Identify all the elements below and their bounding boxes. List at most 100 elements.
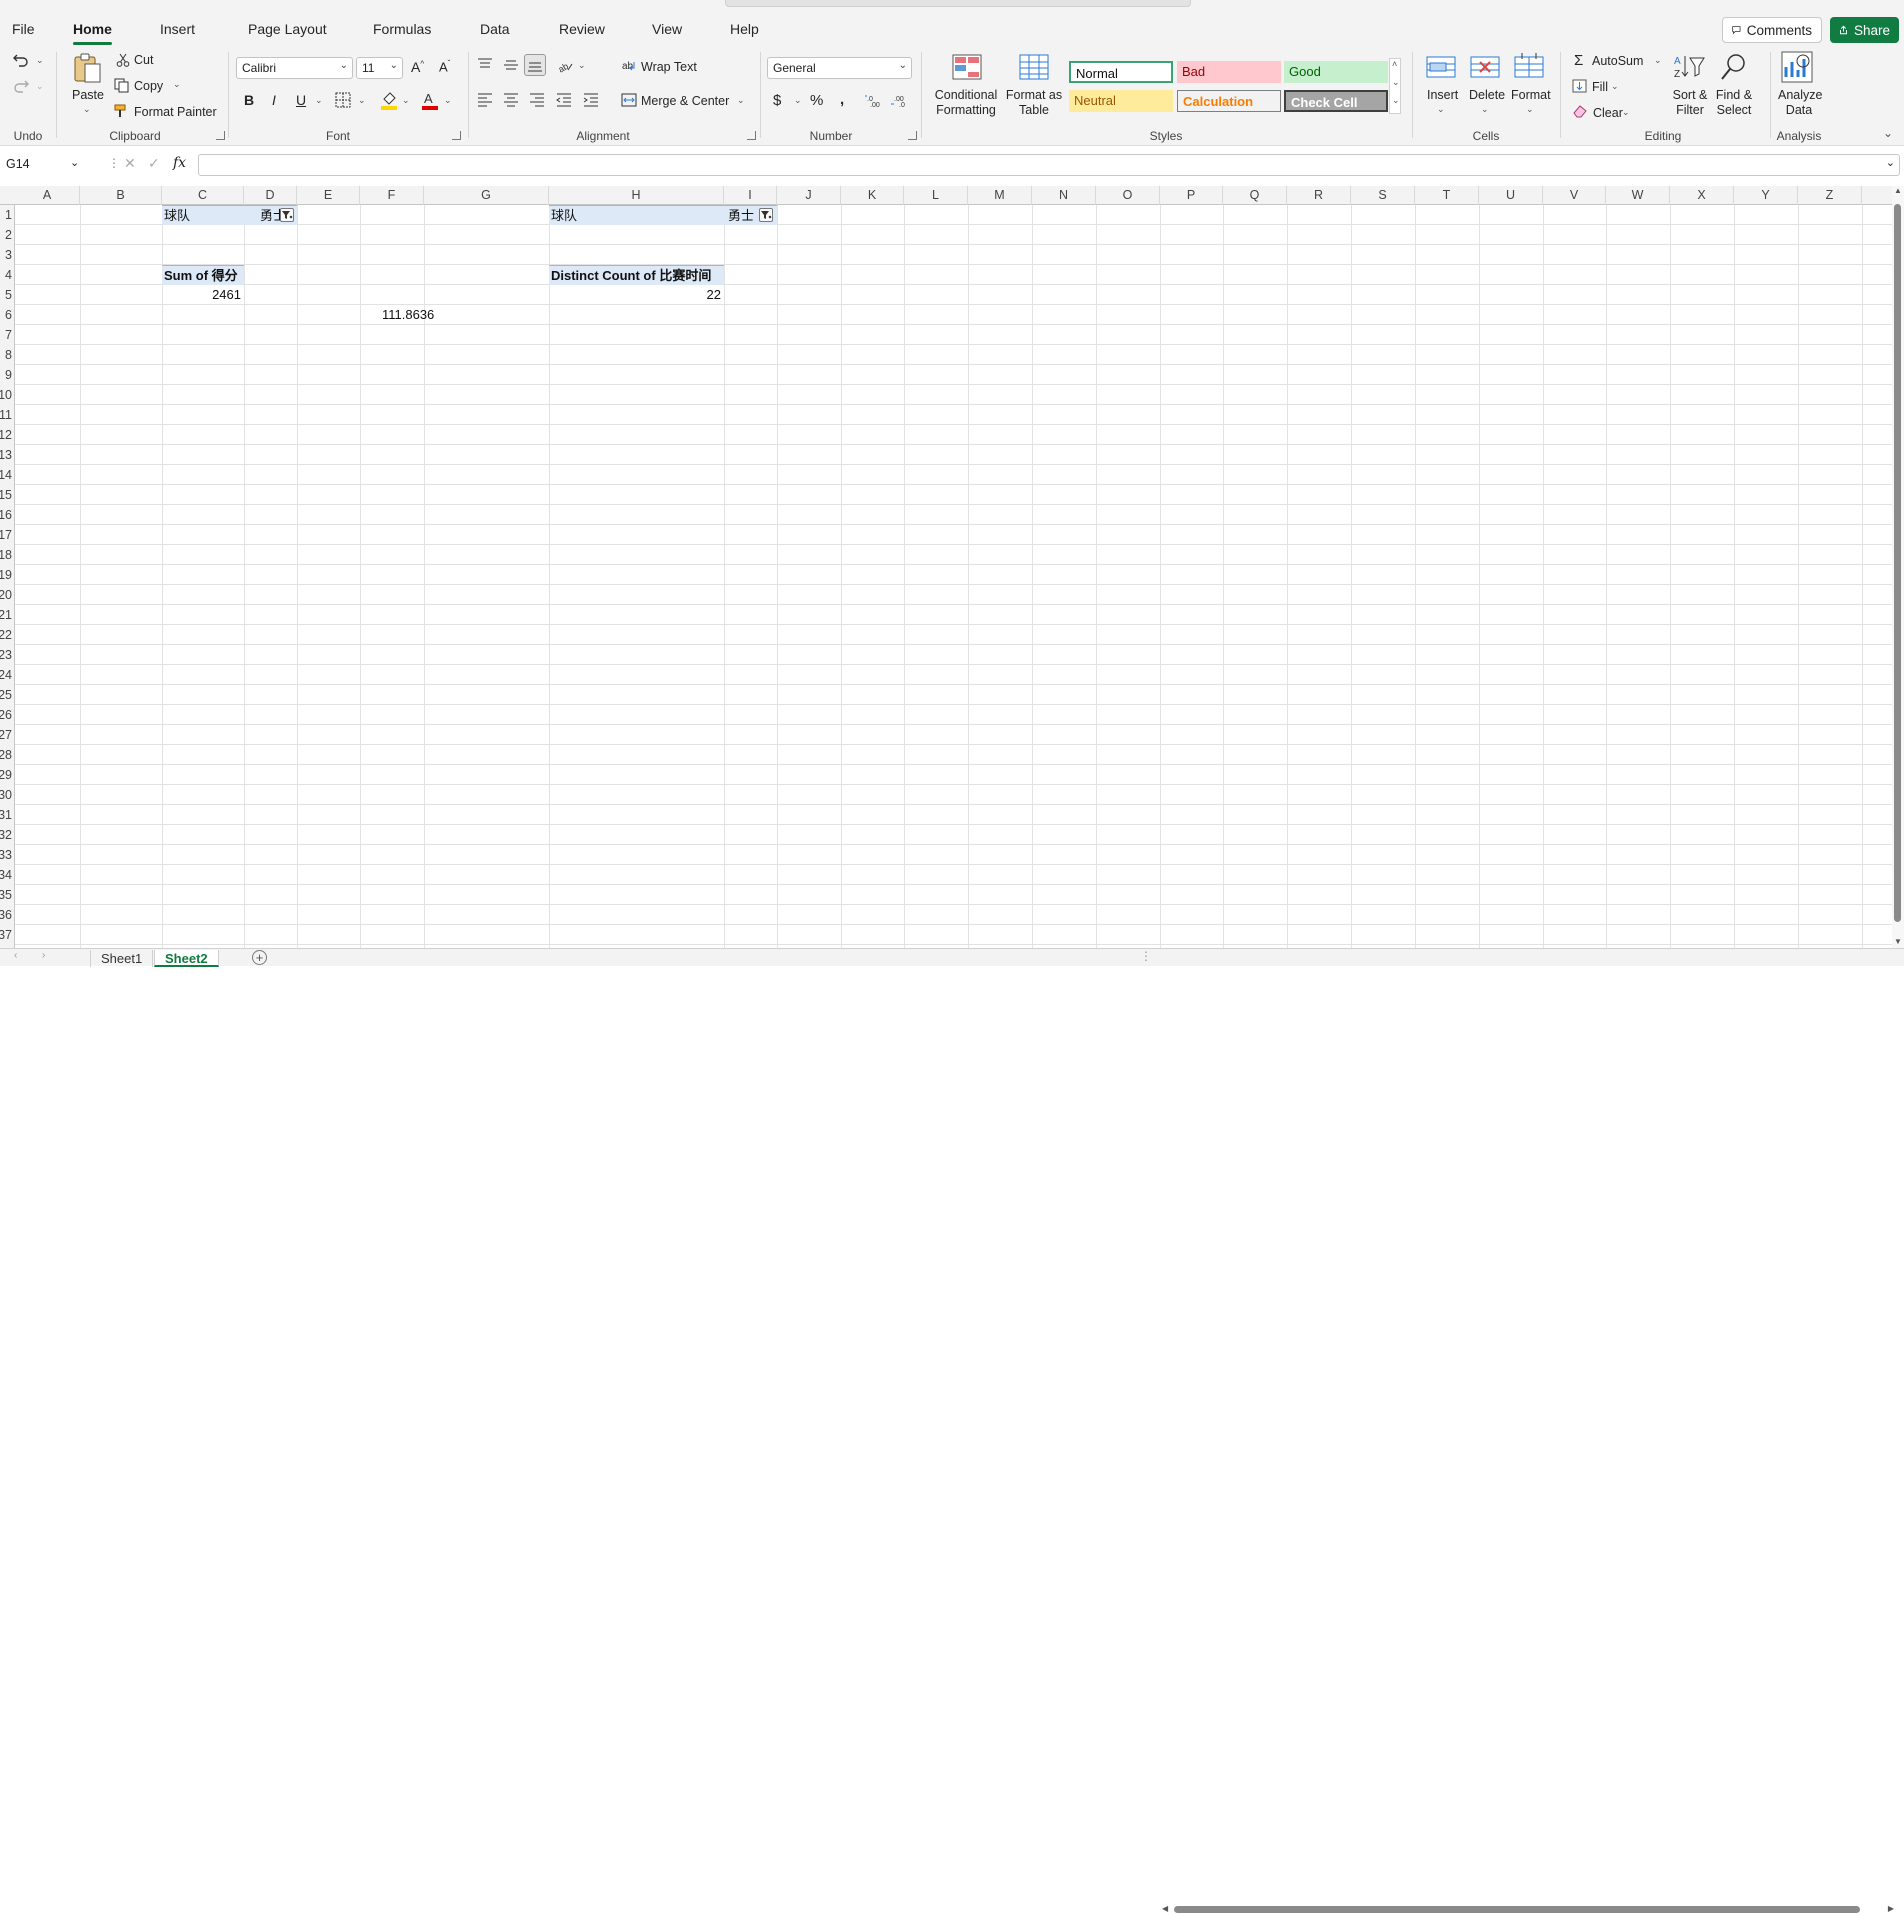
scroll-up-icon[interactable]: ▲ xyxy=(1894,186,1902,195)
copy-button[interactable]: Copy xyxy=(134,79,163,93)
column-header[interactable]: F xyxy=(360,186,424,205)
row-header[interactable]: 10 xyxy=(0,385,12,405)
prev-sheet-icon[interactable]: ‹ xyxy=(14,950,17,961)
fill-color-dropdown-icon[interactable]: ⌄ xyxy=(402,95,410,106)
column-header[interactable]: D xyxy=(244,186,297,205)
cancel-entry-icon[interactable]: ✕ xyxy=(124,155,136,172)
column-header[interactable]: E xyxy=(297,186,360,205)
row-header[interactable]: 12 xyxy=(0,425,12,445)
fill-down-icon[interactable] xyxy=(1572,79,1587,93)
clipboard-launcher-icon[interactable] xyxy=(216,131,225,140)
column-header[interactable]: S xyxy=(1351,186,1415,205)
bottom-align-button[interactable] xyxy=(524,54,546,76)
align-center-icon[interactable] xyxy=(503,93,519,107)
currency-dropdown-icon[interactable]: ⌄ xyxy=(794,95,802,106)
column-header[interactable]: J xyxy=(777,186,841,205)
column-header[interactable]: R xyxy=(1287,186,1351,205)
number-launcher-icon[interactable] xyxy=(908,131,917,140)
insert-cells-icon[interactable] xyxy=(1426,54,1456,80)
column-header[interactable]: Y xyxy=(1734,186,1798,205)
tab-help[interactable]: Help xyxy=(730,21,759,37)
column-header[interactable]: W xyxy=(1606,186,1670,205)
decrease-font-size-icon[interactable]: Aˇ xyxy=(439,59,450,74)
underline-dropdown-icon[interactable]: ⌄ xyxy=(315,95,323,106)
fill-button[interactable]: Fill xyxy=(1592,80,1608,94)
row-header[interactable]: 26 xyxy=(0,705,12,725)
cell-H3[interactable]: Distinct Count of 比赛时间 xyxy=(549,265,724,285)
row-header[interactable]: 15 xyxy=(0,485,12,505)
column-header[interactable]: O xyxy=(1096,186,1160,205)
column-header[interactable]: V xyxy=(1543,186,1606,205)
add-sheet-icon[interactable]: + xyxy=(252,950,267,965)
cell-C4[interactable]: 2461 xyxy=(162,285,244,305)
tab-home[interactable]: Home xyxy=(73,21,112,45)
font-size-combo[interactable]: 11 ⌄ xyxy=(356,57,403,79)
comma-style-icon[interactable]: , xyxy=(840,91,844,108)
paste-icon[interactable] xyxy=(72,52,102,84)
delete-dropdown-icon[interactable]: ⌄ xyxy=(1481,104,1489,115)
row-header[interactable]: 27 xyxy=(0,725,12,745)
format-cells-icon[interactable] xyxy=(1514,52,1544,80)
row-header[interactable]: 25 xyxy=(0,685,12,705)
orientation-dropdown-icon[interactable]: ⌄ xyxy=(578,60,586,71)
style-good[interactable]: Good xyxy=(1284,61,1388,83)
alignment-launcher-icon[interactable] xyxy=(747,131,756,140)
cut-button[interactable]: Cut xyxy=(134,53,153,67)
orientation-icon[interactable]: ab xyxy=(556,57,574,73)
column-header[interactable]: T xyxy=(1415,186,1479,205)
next-sheet-icon[interactable]: › xyxy=(42,950,45,961)
italic-button[interactable]: I xyxy=(272,92,276,108)
redo-dropdown-icon[interactable]: ⌄ xyxy=(36,81,44,92)
cut-icon[interactable] xyxy=(116,53,130,67)
tab-formulas[interactable]: Formulas xyxy=(373,21,431,37)
column-header[interactable]: X xyxy=(1670,186,1734,205)
row-header[interactable]: 18 xyxy=(0,545,12,565)
title-search-strip[interactable] xyxy=(725,0,1191,7)
row-header[interactable]: 5 xyxy=(0,285,12,305)
increase-indent-icon[interactable] xyxy=(583,93,599,107)
row-header[interactable]: 37 xyxy=(0,925,12,945)
expand-formula-bar-icon[interactable]: ⌄ xyxy=(1886,156,1895,169)
tab-data[interactable]: Data xyxy=(480,21,510,37)
row-header[interactable]: 16 xyxy=(0,505,12,525)
increase-font-size-icon[interactable]: A^ xyxy=(411,59,424,75)
column-header[interactable]: P xyxy=(1160,186,1223,205)
undo-dropdown-icon[interactable]: ⌄ xyxy=(36,55,44,66)
row-header[interactable]: 28 xyxy=(0,745,12,765)
font-launcher-icon[interactable] xyxy=(452,131,461,140)
row-header[interactable]: 1 xyxy=(0,205,12,225)
autosum-icon[interactable]: Σ xyxy=(1574,52,1583,69)
find-select-icon[interactable] xyxy=(1720,52,1748,82)
scroll-right-icon[interactable]: ▶ xyxy=(1888,1904,1894,1913)
chevron-up-icon[interactable]: ˄ xyxy=(1392,59,1397,69)
copy-dropdown-icon[interactable]: ⌄ xyxy=(173,79,181,90)
eraser-icon[interactable] xyxy=(1572,104,1588,118)
format-painter-button[interactable]: Format Painter xyxy=(134,105,217,119)
conditional-formatting-button[interactable]: Conditional Formatting xyxy=(934,88,998,118)
row-header[interactable]: 11 xyxy=(0,405,12,425)
find-select-button[interactable]: Find & Select xyxy=(1714,88,1754,118)
scroll-down-icon[interactable]: ▼ xyxy=(1894,937,1902,946)
style-normal[interactable]: Normal xyxy=(1069,61,1173,83)
row-header[interactable]: 9 xyxy=(0,365,12,385)
collapse-ribbon-icon[interactable]: ⌄ xyxy=(1883,126,1893,140)
clear-dropdown-icon[interactable]: ⌄ xyxy=(1622,107,1630,118)
percent-style-icon[interactable]: % xyxy=(810,92,823,109)
row-header[interactable]: 21 xyxy=(0,605,12,625)
style-bad[interactable]: Bad xyxy=(1177,61,1281,83)
name-box[interactable]: G14 ⌄ xyxy=(4,154,84,176)
column-header[interactable]: I xyxy=(724,186,777,205)
row-header[interactable]: 7 xyxy=(0,325,12,345)
row-header[interactable]: 14 xyxy=(0,465,12,485)
row-header[interactable]: 4 xyxy=(0,265,12,285)
column-header[interactable]: K xyxy=(841,186,904,205)
row-header[interactable]: 36 xyxy=(0,905,12,925)
format-as-table-icon[interactable] xyxy=(1019,54,1049,80)
column-header[interactable]: Q xyxy=(1223,186,1287,205)
conditional-formatting-icon[interactable] xyxy=(952,54,982,80)
clear-button[interactable]: Clear xyxy=(1593,106,1623,120)
font-color-dropdown-icon[interactable]: ⌄ xyxy=(444,95,452,106)
column-header[interactable]: C xyxy=(162,186,244,205)
pivot-filter-button[interactable] xyxy=(759,208,773,222)
more-styles-icon[interactable]: ⌄ xyxy=(1392,95,1400,106)
